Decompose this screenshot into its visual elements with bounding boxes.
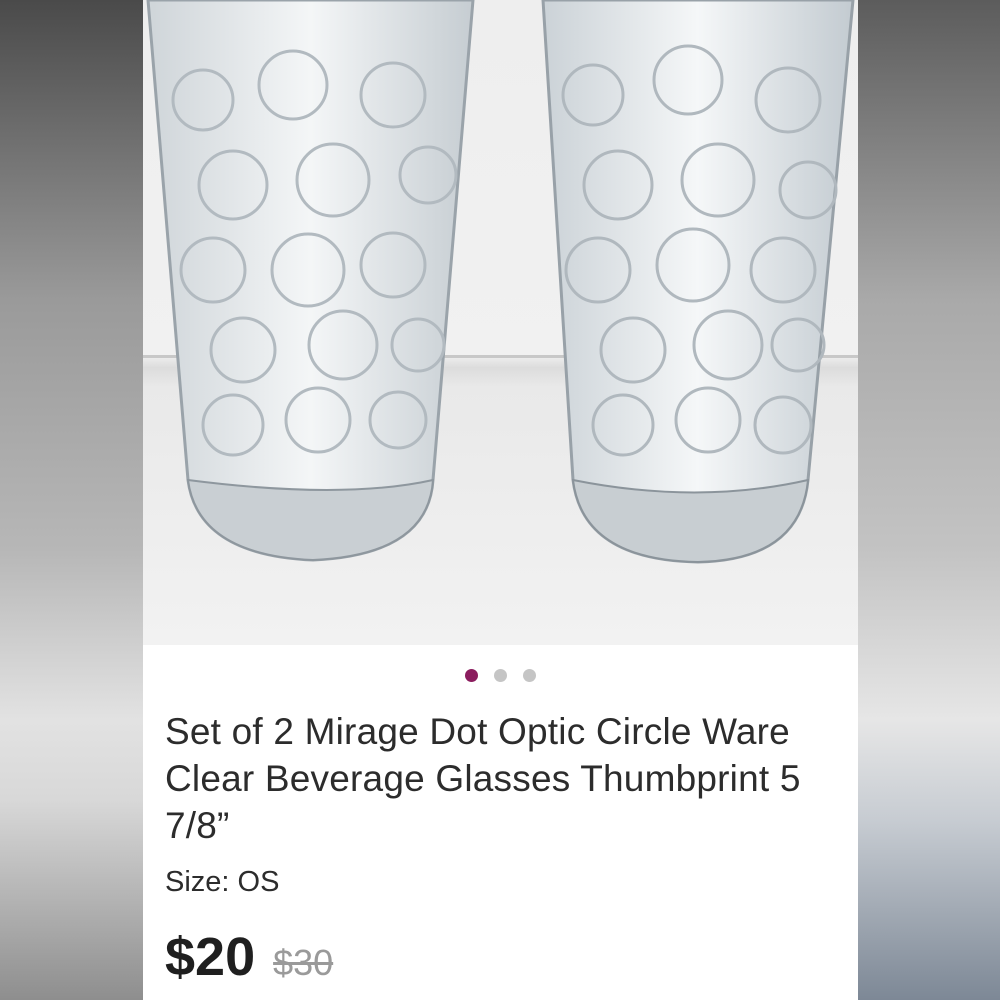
listing-title: Set of 2 Mirage Dot Optic Circle Ware Cl… xyxy=(165,711,801,846)
right-blur-panel xyxy=(858,0,1000,1000)
carousel-dot-2-icon[interactable] xyxy=(494,669,507,682)
left-blur-panel xyxy=(0,0,143,1000)
price-row: $20 $30 xyxy=(165,926,333,988)
size-label: Size: OS xyxy=(165,866,280,898)
glass-right-illustration xyxy=(541,0,855,564)
glass-left-illustration xyxy=(146,0,475,562)
original-price: $30 xyxy=(273,942,334,983)
listing-card: Set of 2 Mirage Dot Optic Circle Ware Cl… xyxy=(143,0,858,1000)
carousel-dot-1-icon[interactable] xyxy=(465,669,478,682)
carousel-indicator xyxy=(143,669,858,682)
product-photo[interactable] xyxy=(143,0,858,645)
carousel-dot-3-icon[interactable] xyxy=(523,669,536,682)
current-price: $20 xyxy=(165,927,256,987)
